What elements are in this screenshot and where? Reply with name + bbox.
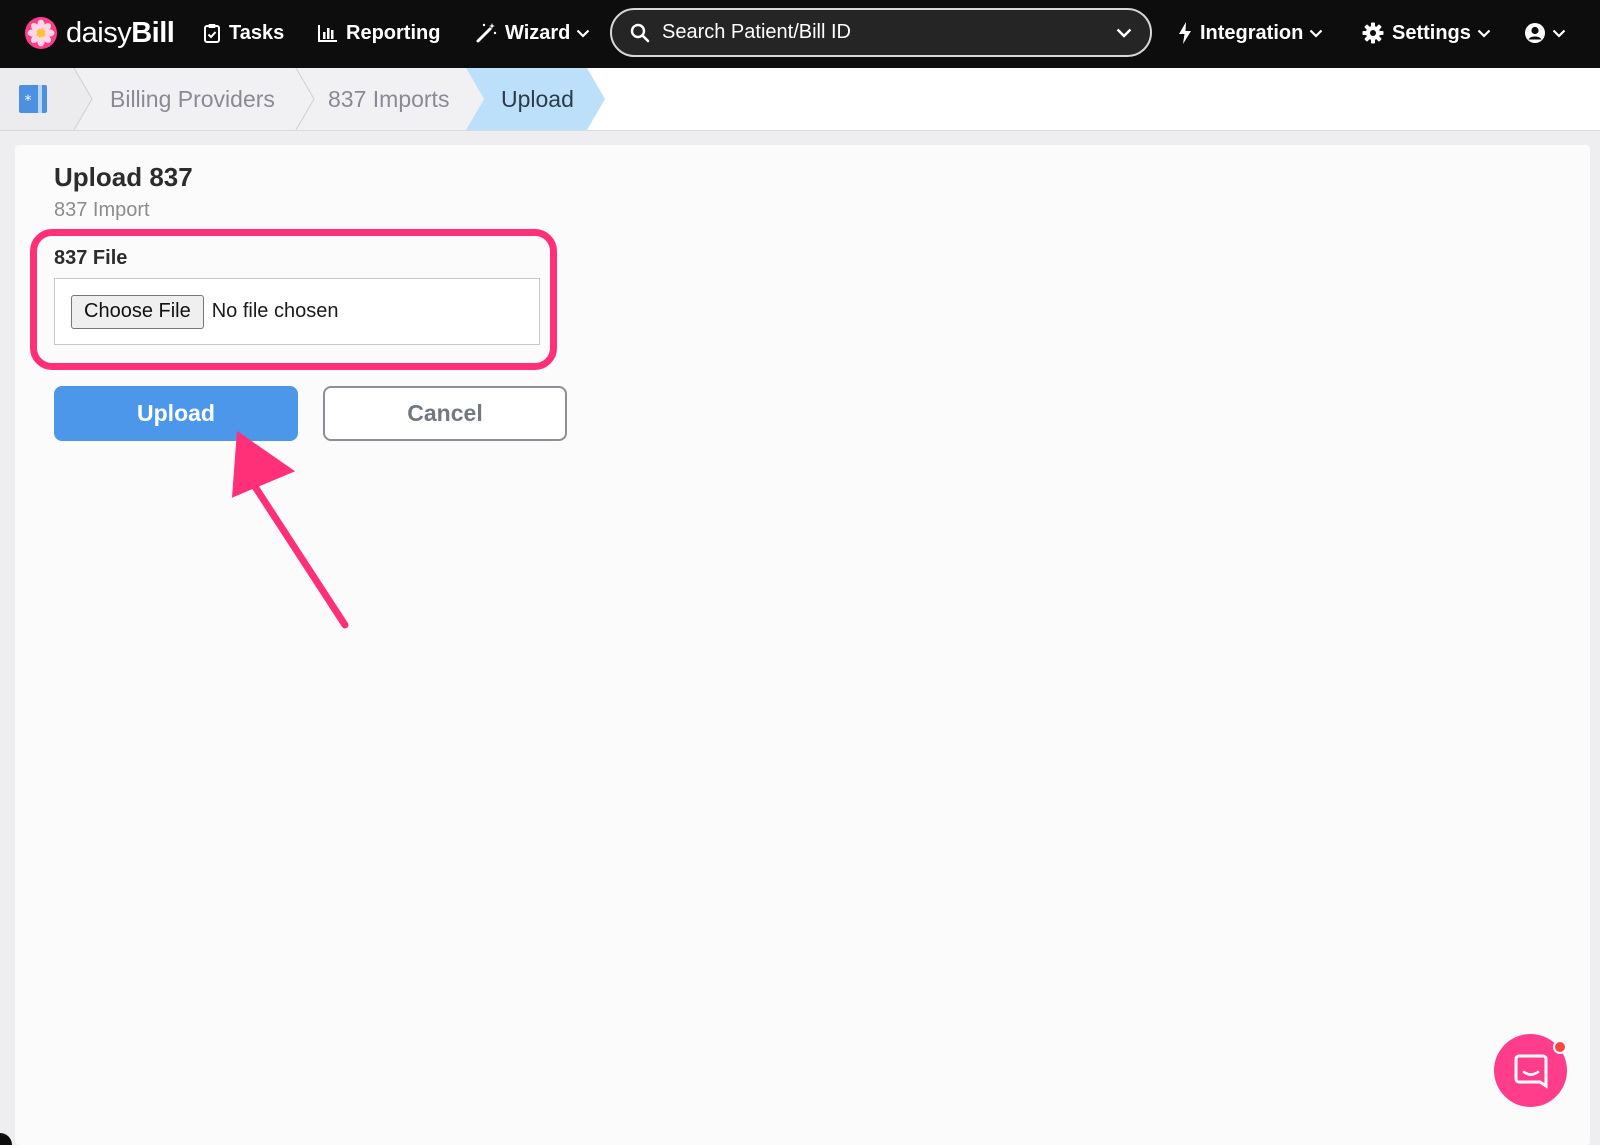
chevron-down-icon[interactable] bbox=[1116, 28, 1132, 38]
patient-search[interactable] bbox=[610, 8, 1152, 57]
breadcrumb-label: Upload bbox=[501, 85, 574, 112]
gear-icon bbox=[1362, 22, 1384, 44]
file-status: No file chosen bbox=[211, 300, 339, 322]
clipboard-check-icon bbox=[204, 24, 220, 43]
brand-name: daisyBill bbox=[66, 16, 175, 50]
notification-dot bbox=[1553, 1040, 1567, 1054]
nav-tasks[interactable]: Tasks bbox=[203, 18, 284, 48]
provider-book-icon: * bbox=[19, 85, 47, 113]
breadcrumb-837-imports[interactable]: 837 Imports bbox=[328, 68, 449, 130]
breadcrumb-label: Billing Providers bbox=[110, 85, 275, 112]
brand-name-part1: daisy bbox=[66, 17, 132, 49]
chevron-down-icon bbox=[1552, 29, 1566, 38]
nav-settings-label: Settings bbox=[1392, 21, 1471, 44]
page-title: Upload 837 bbox=[54, 162, 193, 192]
chevron-down-icon bbox=[1310, 29, 1323, 38]
breadcrumb: * Billing Providers 837 Imports Upload bbox=[0, 68, 1600, 131]
breadcrumb-label: 837 Imports bbox=[328, 85, 450, 112]
nav-tasks-label: Tasks bbox=[229, 21, 285, 44]
top-navbar: daisyBill Tasks Reporting Wizard Search … bbox=[0, 0, 1600, 68]
nav-integration[interactable]: Integration bbox=[1178, 18, 1323, 48]
chevron-down-icon bbox=[577, 29, 590, 38]
nav-reporting-label: Reporting bbox=[346, 21, 441, 44]
chat-bubble-icon bbox=[1514, 1054, 1547, 1089]
nav-wizard-label: Wizard bbox=[505, 21, 571, 44]
file-input[interactable]: Choose File No file chosen bbox=[54, 278, 540, 345]
brand-name-part2: Bill bbox=[131, 17, 175, 49]
daisy-logo-icon bbox=[25, 17, 57, 49]
chevron-down-icon bbox=[1477, 29, 1491, 38]
file-field-label: 837 File bbox=[54, 247, 128, 269]
breadcrumb-billing-providers[interactable]: Billing Providers bbox=[110, 68, 275, 130]
choose-file-button[interactable]: Choose File bbox=[71, 294, 204, 329]
search-icon bbox=[630, 23, 650, 42]
nav-reporting[interactable]: Reporting bbox=[318, 18, 440, 48]
nav-wizard[interactable]: Wizard bbox=[475, 18, 590, 48]
bolt-icon bbox=[1179, 22, 1191, 44]
search-input[interactable] bbox=[662, 21, 1116, 44]
cancel-button[interactable]: Cancel bbox=[323, 386, 567, 441]
nav-account[interactable] bbox=[1524, 18, 1566, 48]
breadcrumb-upload: Upload bbox=[501, 68, 574, 130]
magic-wand-icon bbox=[476, 23, 497, 43]
svg-text:*: * bbox=[25, 93, 32, 109]
bar-chart-icon bbox=[318, 25, 337, 42]
nav-integration-label: Integration bbox=[1200, 21, 1304, 44]
upload-button[interactable]: Upload bbox=[54, 386, 298, 441]
user-circle-icon bbox=[1525, 23, 1545, 43]
nav-settings[interactable]: Settings bbox=[1362, 18, 1491, 48]
window-corner bbox=[0, 1133, 12, 1145]
brand[interactable]: daisyBill bbox=[24, 15, 175, 51]
page-subtitle: 837 Import bbox=[54, 199, 150, 221]
breadcrumb-home[interactable]: * bbox=[0, 68, 74, 130]
